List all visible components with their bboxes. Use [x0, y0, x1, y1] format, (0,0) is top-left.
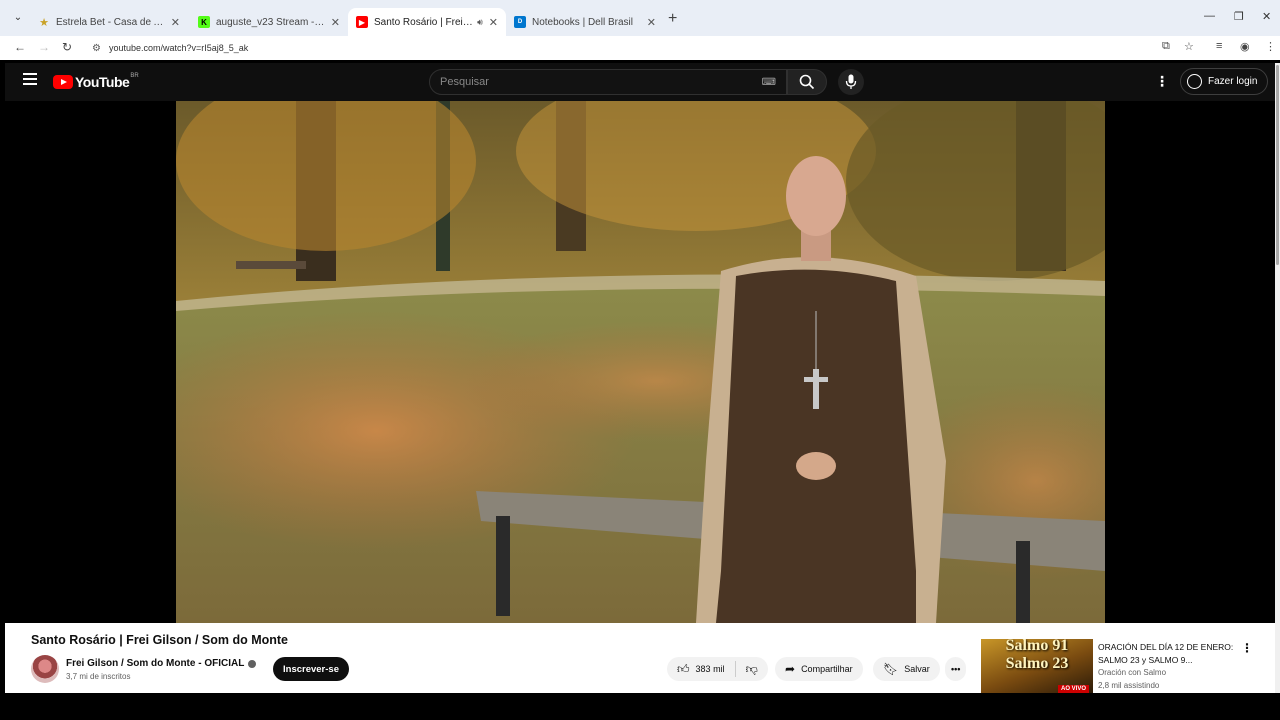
close-window-icon[interactable]: ✕ — [1262, 10, 1271, 23]
close-icon[interactable]: ✕ — [647, 16, 656, 29]
speaker-icon[interactable]: 🔊︎ — [477, 17, 483, 28]
bookmark-icon: 🔖︎ — [883, 662, 899, 676]
search-button[interactable] — [787, 69, 827, 95]
youtube-play-icon — [53, 75, 73, 89]
subscribe-button[interactable]: Inscrever-se — [273, 657, 349, 681]
youtube-icon: ▶ — [356, 16, 368, 28]
scrollbar-thumb[interactable] — [1276, 65, 1279, 265]
divider — [734, 661, 736, 677]
recommended-video-title[interactable]: ORACIÓN DEL DÍA 12 DE ENERO: SALMO 23 y … — [1098, 641, 1238, 667]
video-info-panel: Santo Rosário | Frei Gilson / Som do Mon… — [5, 623, 1275, 693]
search-input[interactable]: Pesquisar ⌨ — [429, 69, 787, 95]
microphone-icon — [845, 74, 857, 89]
back-arrow-icon[interactable]: ← — [14, 40, 26, 54]
browser-tab-bar: ⌄ ★ Estrela Bet - Casa de Aposta Esp ✕ K… — [0, 0, 1280, 36]
url-text: youtube.com/watch?v=rI5aj8_5_ak — [108, 43, 249, 53]
minimize-icon[interactable]: — — [1204, 10, 1215, 22]
browser-menu-icon[interactable]: ⋮ — [1265, 40, 1276, 53]
recommended-watching-count: 2,8 mil assistindo — [1098, 681, 1160, 690]
share-arrow-icon: ➦ — [785, 662, 796, 676]
kick-icon: K — [198, 16, 210, 28]
menu-icon[interactable] — [23, 73, 37, 85]
dell-icon: D — [514, 16, 526, 28]
like-button[interactable]: 👍︎ 383 mil — [677, 662, 725, 677]
site-info-icon[interactable]: ⚙ — [92, 43, 101, 54]
restore-icon[interactable]: ❐ — [1234, 10, 1244, 23]
video-frame — [176, 101, 1105, 623]
star-icon: ★ — [39, 16, 49, 29]
keyboard-icon[interactable]: ⌨ — [762, 77, 776, 88]
account-circle-icon — [1187, 74, 1202, 89]
more-actions-button[interactable]: ••• — [945, 657, 967, 681]
recommended-video-thumbnail[interactable]: Salmo 91 Salmo 23 AO VIVO — [981, 639, 1093, 693]
close-icon[interactable]: ✕ — [331, 16, 340, 29]
install-app-icon[interactable]: ⧉ — [1162, 40, 1170, 53]
channel-avatar[interactable] — [31, 655, 59, 683]
address-bar[interactable]: ⚙ youtube.com/watch?v=rI5aj8_5_ak — [86, 38, 1146, 58]
page-scrollbar[interactable] — [1275, 63, 1280, 693]
youtube-logo[interactable]: YouTube BR — [53, 73, 139, 90]
live-badge: AO VIVO — [1057, 685, 1089, 693]
subscriber-count: 3,7 mi de inscritos — [66, 672, 131, 681]
recommended-channel-name[interactable]: Oración con Salmo — [1098, 668, 1166, 677]
save-button[interactable]: 🔖︎ Salvar — [873, 657, 940, 681]
share-button[interactable]: ➦ Compartilhar — [775, 657, 863, 681]
media-control-icon[interactable]: ≡ — [1216, 40, 1222, 52]
tab-kick[interactable]: K auguste_v23 Stream - Kick Dash ✕ — [190, 8, 348, 36]
like-dislike-group: 👍︎ 383 mil 👎︎ — [667, 657, 768, 681]
close-icon[interactable]: ✕ — [489, 16, 498, 29]
channel-name[interactable]: Frei Gilson / Som do Monte - OFICIAL — [66, 658, 257, 669]
tab-dell[interactable]: D Notebooks | Dell Brasil ✕ — [506, 8, 664, 36]
ellipsis-icon: ••• — [951, 664, 961, 674]
thumbs-up-icon: 👍︎ — [677, 661, 690, 676]
close-icon[interactable]: ✕ — [171, 16, 180, 29]
video-player[interactable] — [176, 101, 1105, 623]
tab-estrela-bet[interactable]: ★ Estrela Bet - Casa de Aposta Esp ✕ — [30, 8, 188, 36]
tab-list-chevron-icon[interactable]: ⌄ — [8, 9, 28, 27]
verified-icon — [248, 659, 257, 668]
search-icon — [799, 74, 815, 90]
bookmark-star-icon[interactable]: ☆ — [1184, 40, 1194, 53]
login-button[interactable]: Fazer login — [1180, 68, 1269, 95]
youtube-header: YouTube BR Pesquisar ⌨ ⋮ Fazer login — [5, 63, 1275, 101]
recommendation-menu-icon[interactable]: ⋮ — [1241, 641, 1253, 655]
profile-icon[interactable]: ◉ — [1240, 40, 1250, 53]
voice-search-button[interactable] — [838, 69, 864, 95]
thumbs-down-icon[interactable]: 👎︎ — [746, 662, 758, 677]
forward-arrow-icon[interactable]: → — [38, 40, 50, 54]
browser-toolbar: ← → ↻ ⚙ youtube.com/watch?v=rI5aj8_5_ak … — [0, 36, 1280, 60]
settings-more-icon[interactable]: ⋮ — [1155, 73, 1169, 90]
reload-icon[interactable]: ↻ — [62, 40, 72, 54]
tab-youtube[interactable]: ▶ Santo Rosário | Frei Gilson / 🔊︎ ✕ — [348, 8, 506, 36]
video-title: Santo Rosário | Frei Gilson / Som do Mon… — [31, 633, 288, 647]
new-tab-button[interactable]: + — [668, 10, 677, 28]
